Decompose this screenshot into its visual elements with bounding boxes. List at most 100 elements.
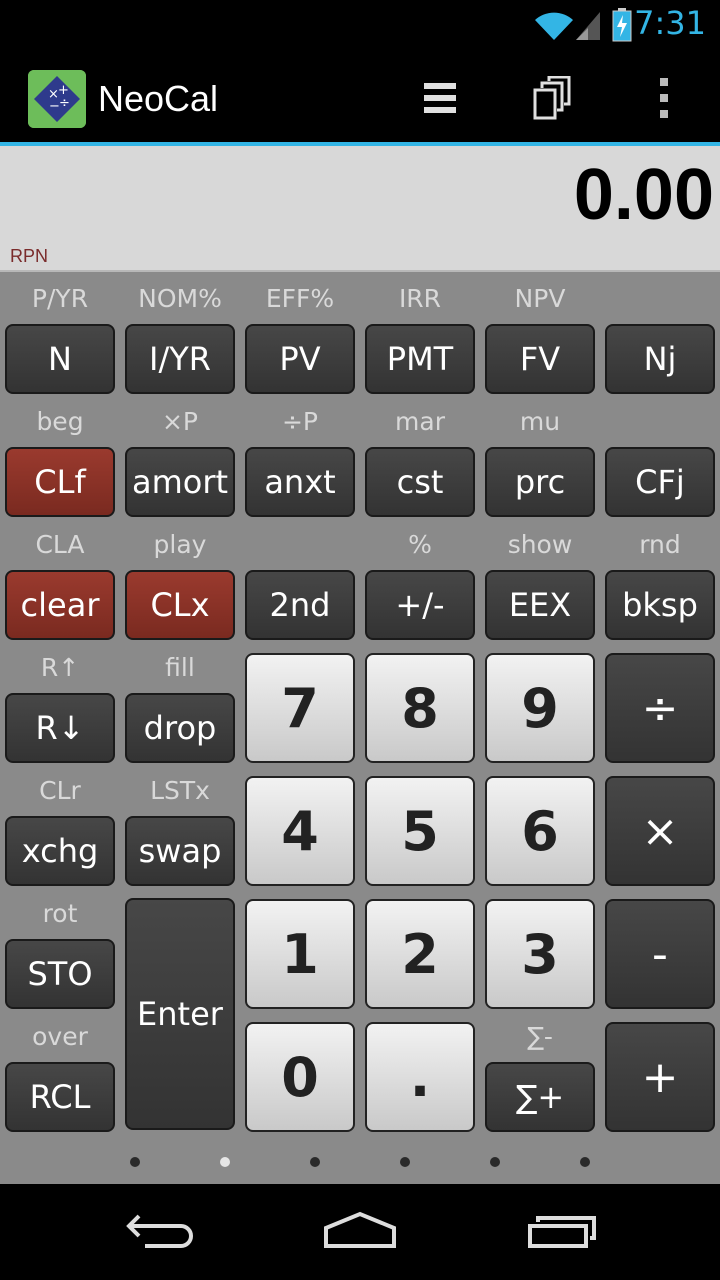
key-label: STO (27, 955, 93, 993)
key-0[interactable]: 0 (245, 1022, 355, 1132)
key-sigma[interactable]: ∑+ (485, 1062, 595, 1132)
key-mul[interactable]: × (605, 776, 715, 886)
key-label: prc (514, 463, 566, 501)
key-2nd[interactable]: 2nd (245, 570, 355, 640)
key-label: anxt (264, 463, 336, 501)
key-eex[interactable]: EEX (485, 570, 595, 640)
key-label: × (641, 805, 679, 857)
key-prc[interactable]: prc (485, 447, 595, 517)
back-icon (125, 1210, 195, 1254)
key-secondary-label: rnd (639, 530, 681, 559)
overflow-menu-button[interactable] (634, 72, 694, 128)
key-label: 6 (521, 799, 559, 863)
key-bksp[interactable]: bksp (605, 570, 715, 640)
key-label: +/- (395, 586, 445, 624)
key-secondary-label: NOM% (138, 284, 222, 313)
key-5[interactable]: 5 (365, 776, 475, 886)
key-fv[interactable]: FV (485, 324, 595, 394)
key-secondary-label: mu (519, 407, 561, 436)
key-secondary-label: over (32, 1022, 88, 1051)
key-label: 2nd (269, 586, 331, 624)
battery-charging-icon (612, 8, 632, 46)
key-secondary-label: NPV (514, 284, 566, 313)
key-sto[interactable]: STO (5, 939, 115, 1009)
key-label: 9 (521, 676, 559, 740)
key-9[interactable]: 9 (485, 653, 595, 763)
recent-apps-button[interactable] (512, 1204, 612, 1260)
page-dot[interactable] (130, 1157, 140, 1167)
key-anxt[interactable]: anxt (245, 447, 355, 517)
key-xchg[interactable]: xchg (5, 816, 115, 886)
menu-list-button[interactable] (410, 72, 470, 128)
overflow-icon (657, 76, 671, 124)
page-dot[interactable] (220, 1157, 230, 1167)
key-label: CLx (150, 586, 210, 624)
key-n[interactable]: N (5, 324, 115, 394)
status-bar: 7:31 (0, 0, 720, 50)
key-7[interactable]: 7 (245, 653, 355, 763)
back-button[interactable] (110, 1204, 210, 1260)
key-1[interactable]: 1 (245, 899, 355, 1009)
key-pv[interactable]: PV (245, 324, 355, 394)
mode-label: RPN (10, 246, 49, 266)
key-pmt[interactable]: PMT (365, 324, 475, 394)
page-dot[interactable] (490, 1157, 500, 1167)
key-label: ÷ (641, 682, 679, 734)
key-secondary-label: rot (42, 899, 78, 928)
key-swap[interactable]: swap (125, 816, 235, 886)
key-dot[interactable]: . (365, 1022, 475, 1132)
key-label: EEX (508, 586, 572, 624)
key-sub[interactable]: - (605, 899, 715, 1009)
key-iyr[interactable]: I/YR (125, 324, 235, 394)
key-6[interactable]: 6 (485, 776, 595, 886)
key-label: 4 (281, 799, 319, 863)
key-chs[interactable]: +/- (365, 570, 475, 640)
key-4[interactable]: 4 (245, 776, 355, 886)
key-cfj[interactable]: CFj (605, 447, 715, 517)
page-dot[interactable] (400, 1157, 410, 1167)
key-secondary-label: P/YR (31, 284, 89, 313)
key-secondary-label: R↑ (40, 653, 80, 682)
key-label: N (48, 340, 72, 378)
recent-apps-icon (526, 1210, 598, 1254)
key-label: - (652, 928, 668, 980)
key-secondary-label: play (153, 530, 207, 559)
key-label: ∑+ (515, 1078, 565, 1116)
key-label: clear (20, 586, 100, 624)
key-secondary-label: IRR (398, 284, 442, 313)
key-cst[interactable]: cst (365, 447, 475, 517)
key-div[interactable]: ÷ (605, 653, 715, 763)
key-2[interactable]: 2 (365, 899, 475, 1009)
key-clear[interactable]: clear (5, 570, 115, 640)
key-secondary-label: mar (395, 407, 445, 436)
key-label: bksp (622, 586, 698, 624)
key-3[interactable]: 3 (485, 899, 595, 1009)
key-secondary-label: ÷P (281, 407, 319, 436)
key-clx[interactable]: CLx (125, 570, 235, 640)
key-clf[interactable]: CLf (5, 447, 115, 517)
navigation-bar (0, 1184, 720, 1280)
key-drop[interactable]: drop (125, 693, 235, 763)
copy-button[interactable] (522, 72, 582, 128)
key-label: cst (396, 463, 444, 501)
key-rdown[interactable]: R↓ (5, 693, 115, 763)
key-secondary-label: CLA (35, 530, 85, 559)
signal-icon (574, 8, 602, 46)
page-dot[interactable] (310, 1157, 320, 1167)
key-label: 7 (281, 676, 319, 740)
key-label: 2 (401, 922, 439, 986)
key-secondary-label: beg (36, 407, 84, 436)
key-secondary-label: fill (165, 653, 195, 682)
key-8[interactable]: 8 (365, 653, 475, 763)
key-label: CLf (34, 463, 86, 501)
home-button[interactable] (310, 1204, 410, 1260)
calculator-display: 0.00 RPN (0, 142, 720, 272)
key-rcl[interactable]: RCL (5, 1062, 115, 1132)
page-dot[interactable] (580, 1157, 590, 1167)
key-add[interactable]: + (605, 1022, 715, 1132)
list-icon (422, 80, 458, 120)
key-label: . (409, 1045, 431, 1109)
key-enter[interactable]: Enter (125, 898, 235, 1130)
key-amort[interactable]: amort (125, 447, 235, 517)
key-nj[interactable]: Nj (605, 324, 715, 394)
